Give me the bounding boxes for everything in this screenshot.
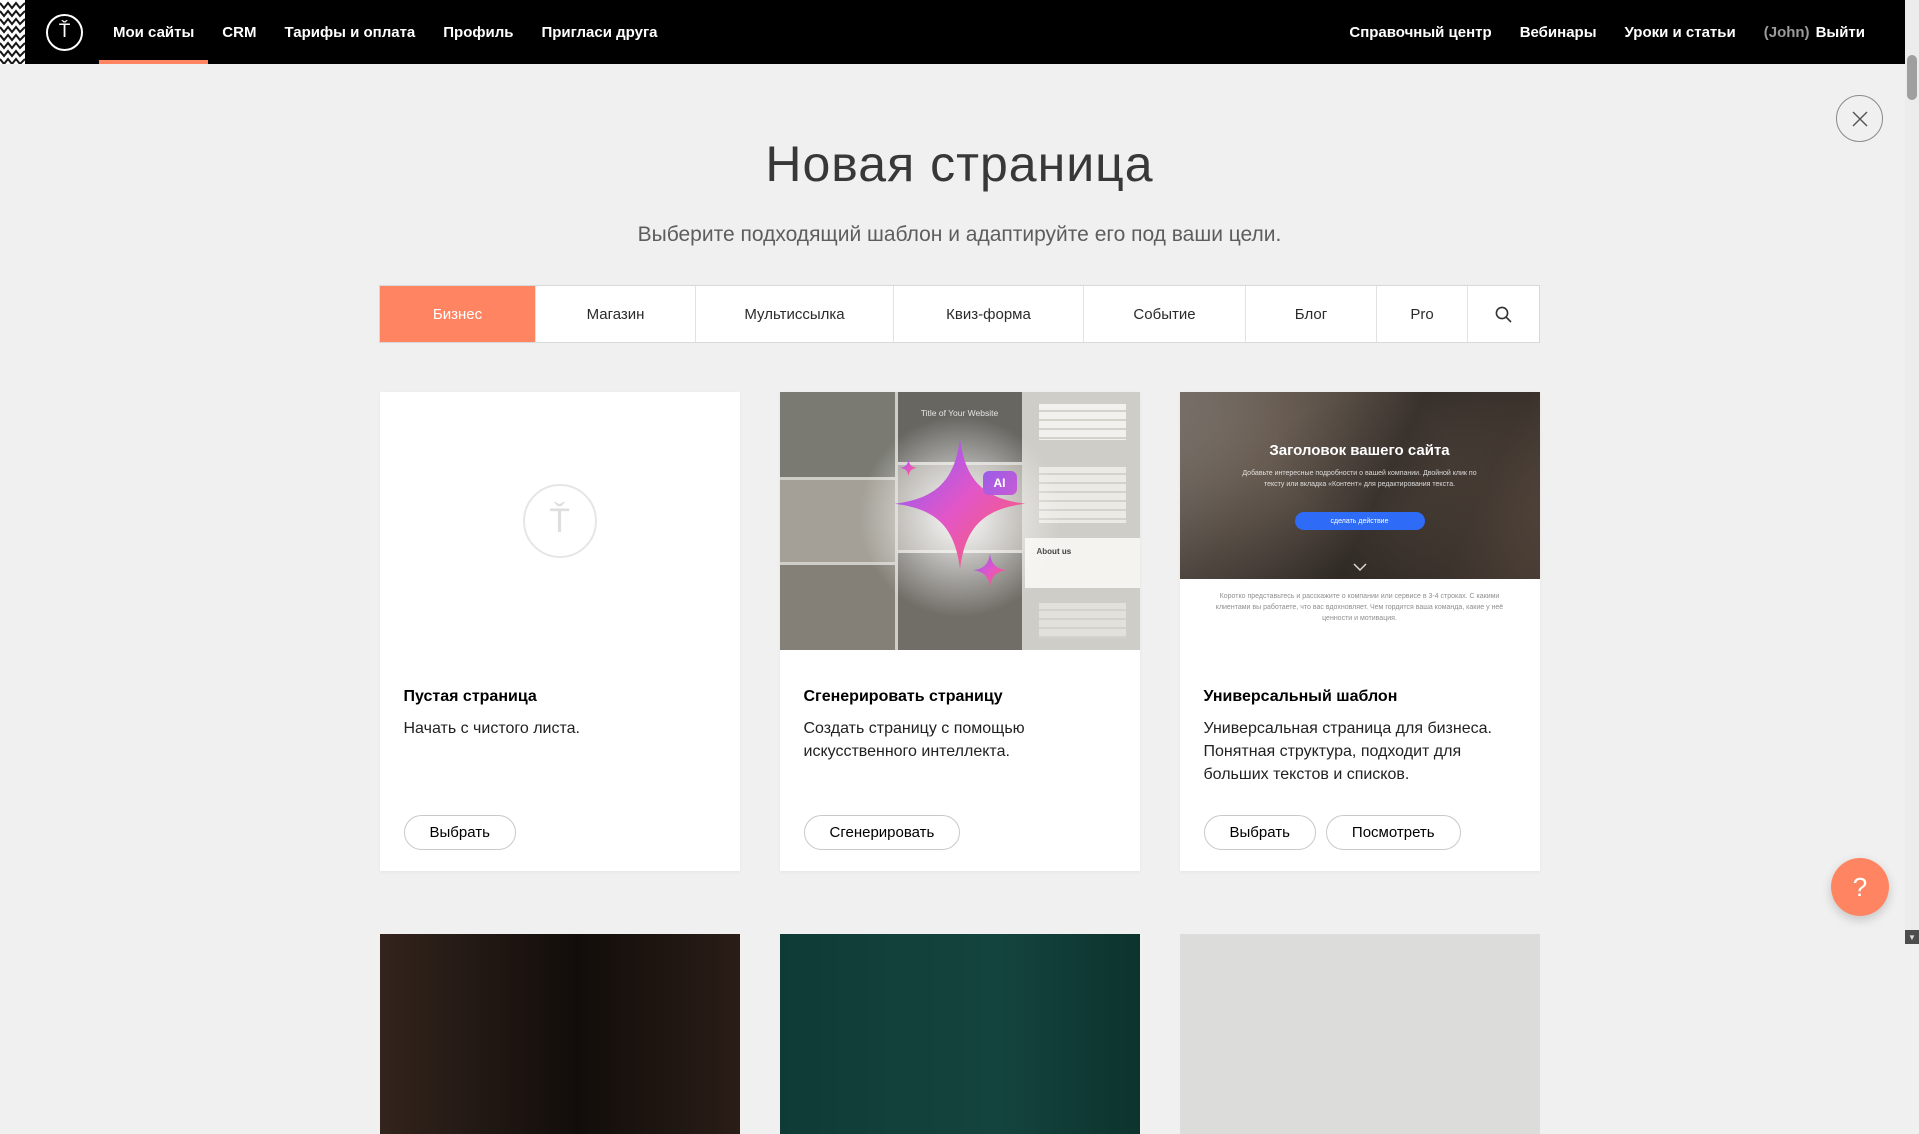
template-card-ai: Title of Your Website About us: [780, 392, 1140, 871]
top-navbar: Ť Мои сайты CRM Тарифы и оплата Профиль …: [0, 0, 1919, 64]
question-mark-icon: ?: [1853, 872, 1867, 903]
card-body: Пустая страница Начать с чистого листа.: [380, 650, 740, 740]
ai-card-preview[interactable]: Title of Your Website About us: [780, 392, 1140, 650]
hero-heading: Заголовок вашего сайта: [1180, 392, 1540, 459]
nav-item-my-sites[interactable]: Мои сайты: [99, 0, 208, 64]
user-name: (John): [1764, 24, 1810, 41]
tilda-logo[interactable]: Ť: [46, 14, 83, 51]
tab-store[interactable]: Магазин: [535, 286, 695, 342]
card-description: Универсальная страница для бизнеса. Поня…: [1204, 717, 1516, 787]
help-button[interactable]: ?: [1831, 858, 1889, 916]
preview-body-text: Коротко представьтесь и расскажите о ком…: [1210, 591, 1510, 625]
tilda-logo-glyph: Ť: [59, 21, 71, 43]
nav-item-logout[interactable]: (John) Выйти: [1750, 0, 1879, 64]
blank-card-preview[interactable]: Ť: [380, 392, 740, 650]
tab-pro[interactable]: Pro: [1376, 286, 1467, 342]
scrollbar-thumb[interactable]: [1907, 55, 1917, 100]
select-blank-button[interactable]: Выбрать: [404, 815, 516, 850]
generate-page-button[interactable]: Сгенерировать: [804, 815, 961, 850]
tab-business[interactable]: Бизнес: [380, 286, 535, 342]
card-description: Создать страницу с помощью искусственног…: [804, 717, 1116, 763]
close-icon: [1851, 110, 1869, 128]
card-body: Универсальный шаблон Универсальная стран…: [1180, 650, 1540, 787]
nav-item-crm[interactable]: CRM: [208, 0, 270, 64]
nav-item-webinars[interactable]: Вебинары: [1506, 0, 1611, 64]
tab-blog[interactable]: Блог: [1245, 286, 1376, 342]
universal-card-preview[interactable]: Заголовок вашего сайта Добавьте интересн…: [1180, 392, 1540, 650]
scrollbar-down-arrow[interactable]: ▼: [1905, 930, 1919, 944]
template-hero-preview: Заголовок вашего сайта Добавьте интересн…: [1180, 392, 1540, 579]
card-title: Сгенерировать страницу: [804, 688, 1116, 706]
card-buttons: Выбрать Посмотреть: [1204, 815, 1461, 850]
template-category-tabs: Бизнес Магазин Мультиссылка Квиз-форма С…: [379, 285, 1540, 343]
page-title: Новая страница: [0, 134, 1919, 194]
card-title: Универсальный шаблон: [1204, 688, 1516, 706]
tab-event[interactable]: Событие: [1083, 286, 1245, 342]
tab-quiz-form[interactable]: Квиз-форма: [893, 286, 1083, 342]
hero-subtext: Добавьте интересные подробности о вашей …: [1235, 469, 1485, 490]
template-card-partial[interactable]: [780, 934, 1140, 1134]
page-subtitle: Выберите подходящий шаблон и адаптируйте…: [0, 218, 1919, 251]
zigzag-icon: [0, 0, 25, 64]
card-description: Начать с чистого листа.: [404, 717, 716, 740]
logout-label: Выйти: [1816, 24, 1865, 41]
nav-item-lessons[interactable]: Уроки и статьи: [1611, 0, 1750, 64]
card-buttons: Выбрать: [404, 815, 516, 850]
tab-multilink[interactable]: Мультиссылка: [695, 286, 893, 342]
vertical-scrollbar[interactable]: ▼: [1905, 0, 1919, 944]
template-card-partial[interactable]: [380, 934, 740, 1134]
template-card-partial[interactable]: [1180, 934, 1540, 1134]
nav-item-profile[interactable]: Профиль: [429, 0, 527, 64]
select-universal-button[interactable]: Выбрать: [1204, 815, 1316, 850]
search-icon: [1494, 305, 1513, 324]
card-body: Сгенерировать страницу Создать страницу …: [780, 650, 1140, 763]
zigzag-pattern-decoration: [0, 0, 25, 64]
hero-cta-button: сделать действие: [1295, 512, 1425, 530]
card-title: Пустая страница: [404, 688, 716, 706]
new-page-dialog: Новая страница Выберите подходящий шабло…: [0, 64, 1919, 1134]
template-search-button[interactable]: [1467, 286, 1539, 342]
tilda-watermark-icon: Ť: [523, 484, 597, 558]
template-card-universal: Заголовок вашего сайта Добавьте интересн…: [1180, 392, 1540, 871]
template-cards-grid: Ť Пустая страница Начать с чистого листа…: [380, 392, 1540, 1134]
chevron-down-icon: [1353, 563, 1367, 571]
nav-item-invite-friend[interactable]: Пригласи друга: [527, 0, 671, 64]
template-body-preview: Коротко представьтесь и расскажите о ком…: [1180, 579, 1540, 650]
template-card-blank: Ť Пустая страница Начать с чистого листа…: [380, 392, 740, 871]
card-buttons: Сгенерировать: [804, 815, 961, 850]
close-button[interactable]: [1836, 95, 1883, 142]
navbar-right-group: Справочный центр Вебинары Уроки и статьи…: [1335, 0, 1879, 64]
ai-sparkle-icon: [894, 439, 1026, 589]
preview-universal-button[interactable]: Посмотреть: [1326, 815, 1461, 850]
nav-item-tariffs[interactable]: Тарифы и оплата: [270, 0, 429, 64]
ai-badge: AI: [983, 471, 1017, 495]
nav-item-help-center[interactable]: Справочный центр: [1335, 0, 1505, 64]
